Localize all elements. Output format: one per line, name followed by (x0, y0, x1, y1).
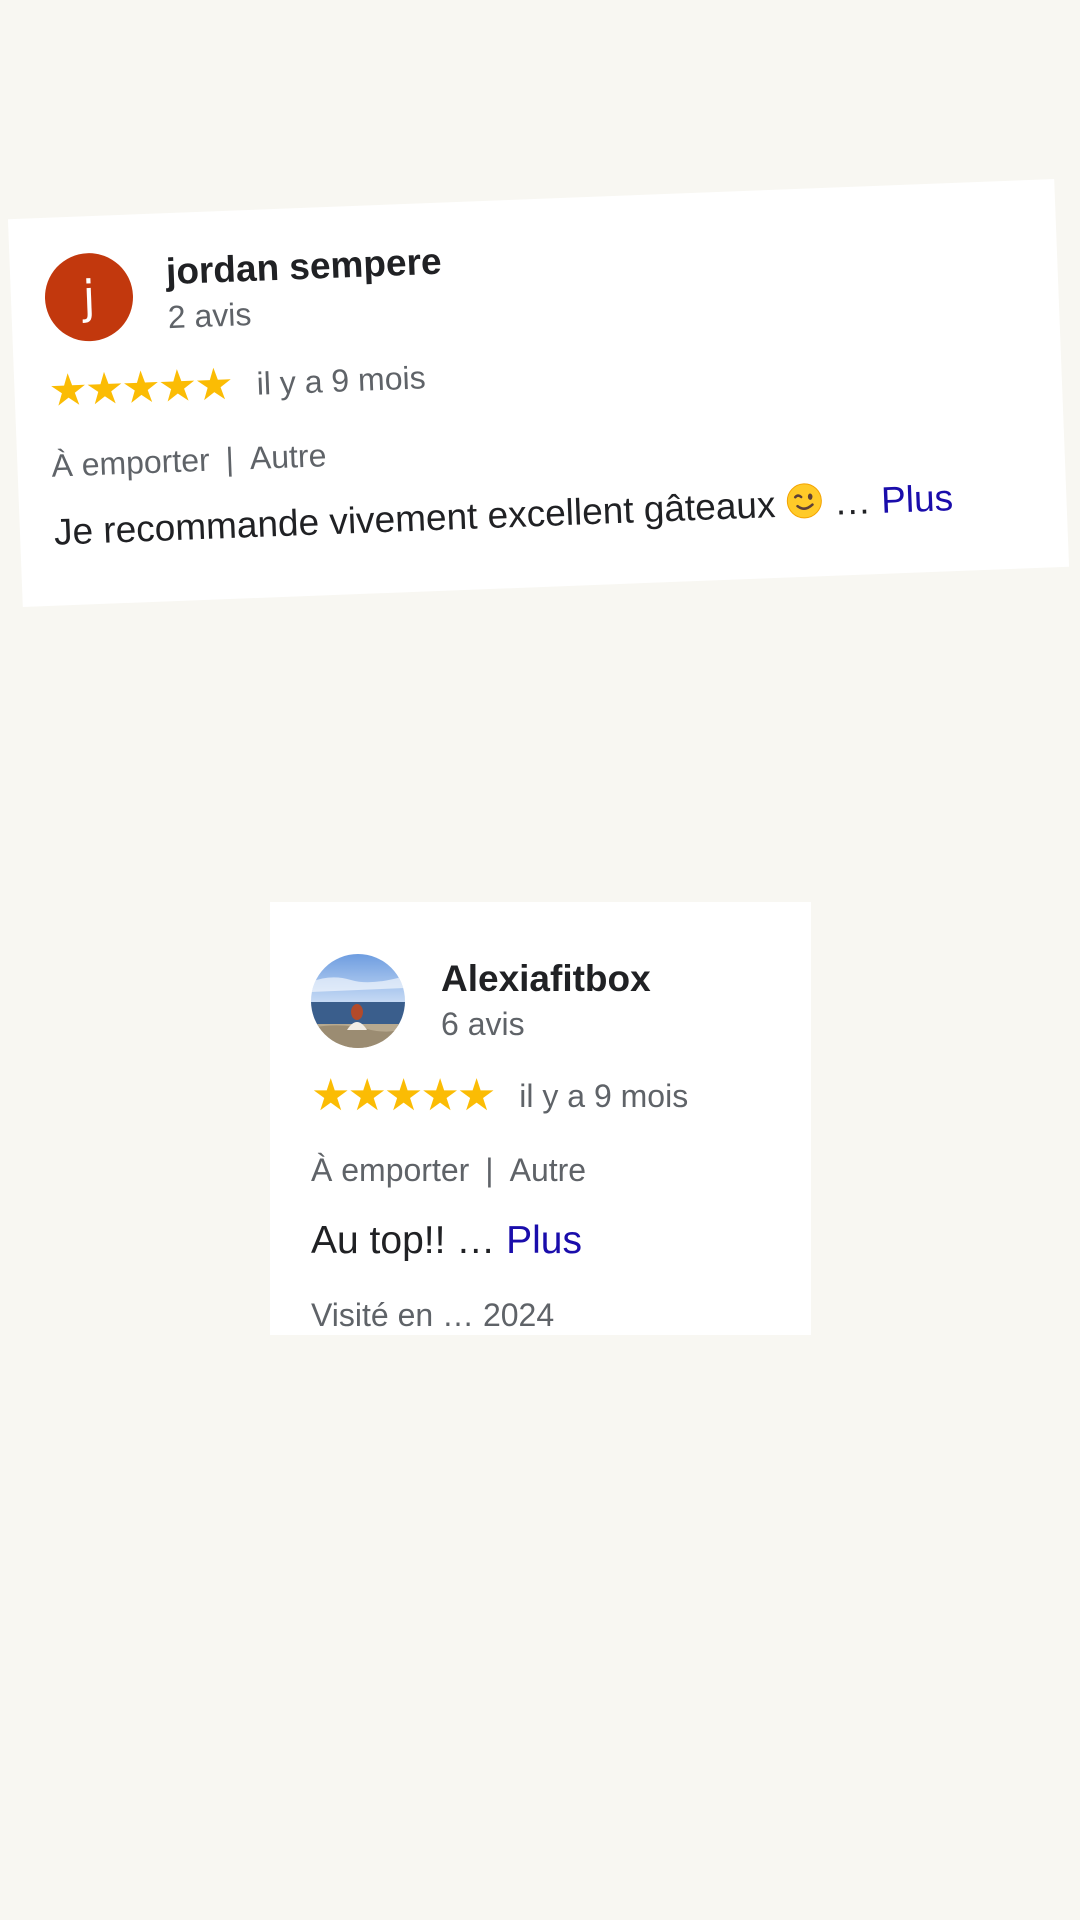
rating-row: ★ ★ ★ ★ ★ il y a 9 mois (47, 331, 1062, 417)
ellipsis: … (833, 480, 872, 523)
reviewer-name[interactable]: Alexiafitbox (441, 956, 651, 1002)
review-card: Alexiafitbox 6 avis ★ ★ ★ ★ ★ il y a 9 m… (270, 902, 811, 1335)
meta-separator: | (224, 440, 235, 478)
star-icon: ★ (47, 364, 89, 417)
review-date: il y a 9 mois (255, 358, 427, 402)
review-header: j jordan sempere 2 avis (43, 215, 1059, 344)
review-count: 6 avis (441, 1006, 525, 1042)
star-icon: ★ (420, 1070, 460, 1121)
meal-type: Autre (509, 1152, 587, 1188)
review-header: Alexiafitbox 6 avis (311, 954, 811, 1048)
star-icon: ★ (456, 1070, 497, 1121)
ellipsis: … (456, 1219, 496, 1262)
reviewer-info: jordan sempere 2 avis (165, 239, 444, 340)
star-icon: ★ (84, 362, 126, 416)
profile-photo-icon (311, 954, 405, 1048)
avatar-letter: j (81, 269, 97, 325)
more-link[interactable]: Plus (880, 477, 954, 521)
review-card: j jordan sempere 2 avis ★ ★ ★ ★ ★ il y a… (7, 179, 1070, 607)
review-count: 2 avis (167, 295, 253, 336)
star-icon: ★ (311, 1070, 351, 1121)
star-icon: ★ (156, 360, 199, 413)
star-icon: ★ (193, 358, 235, 412)
winking-face-icon (785, 481, 825, 529)
star-rating: ★ ★ ★ ★ ★ (311, 1070, 497, 1121)
review-meta: À emporter | Autre (311, 1152, 811, 1189)
avatar[interactable] (311, 954, 405, 1048)
review-meta: À emporter | Autre (51, 409, 1065, 485)
visit-date: Visité en … 2024 (311, 1297, 555, 1333)
rating-row: ★ ★ ★ ★ ★ il y a 9 mois (311, 1074, 811, 1118)
review-date: il y a 9 mois (519, 1077, 689, 1114)
service-type: À emporter (50, 441, 211, 484)
review-text: Au top!! … Plus (311, 1219, 811, 1263)
star-icon: ★ (120, 361, 162, 414)
star-rating: ★ ★ ★ ★ ★ (47, 358, 235, 417)
meta-separator: | (485, 1152, 494, 1188)
avatar[interactable]: j (43, 251, 135, 343)
meal-type: Autre (249, 437, 328, 477)
review-body: Je recommande vivement excellent gâteaux (53, 484, 777, 553)
star-icon: ★ (347, 1070, 387, 1121)
reviewer-info: Alexiafitbox 6 avis (441, 956, 651, 1046)
star-icon: ★ (383, 1070, 424, 1121)
more-link[interactable]: Plus (506, 1219, 582, 1262)
review-body: Au top!! (311, 1219, 446, 1262)
service-type: À emporter (311, 1152, 470, 1188)
review-text: Je recommande vivement excellent gâteaux… (53, 472, 1067, 558)
